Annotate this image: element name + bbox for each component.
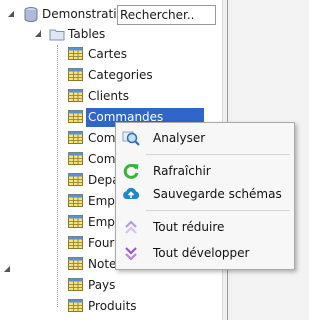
menu-item-tout-developper[interactable]: Tout développer xyxy=(116,241,294,265)
menu-item-tout-reduire[interactable]: Tout réduire xyxy=(116,215,294,239)
refresh-icon xyxy=(123,163,139,179)
menu-label: Tout réduire xyxy=(153,220,225,234)
table-icon xyxy=(68,173,83,186)
database-icon xyxy=(24,7,38,22)
menu-label: Analyser xyxy=(153,131,206,145)
table-icon xyxy=(68,257,83,270)
chevrons-down-icon xyxy=(125,247,137,261)
menu-item-rafraichir[interactable]: Rafraîchir xyxy=(116,159,294,183)
table-icon xyxy=(68,194,83,207)
menu-label: Rafraîchir xyxy=(153,164,211,178)
tree-tables-row[interactable]: ◢ Tables xyxy=(0,25,120,44)
table-icon xyxy=(68,89,83,102)
table-label: Pays xyxy=(88,278,116,292)
menu-separator xyxy=(146,154,290,155)
table-icon xyxy=(68,47,83,60)
table-icon xyxy=(68,215,83,228)
table-label: Clients xyxy=(88,89,129,103)
chevrons-up-icon xyxy=(125,220,137,234)
menu-item-analyser[interactable]: Analyser xyxy=(116,126,294,150)
cloud-upload-icon xyxy=(123,187,140,199)
table-label: Cartes xyxy=(88,47,128,61)
context-menu: Analyser Rafraîchir Sauvegarde schémas T… xyxy=(115,122,295,270)
table-label: Categories xyxy=(88,68,153,82)
table-icon xyxy=(68,131,83,144)
menu-label: Sauvegarde schémas xyxy=(153,187,282,201)
tables-label: Tables xyxy=(68,27,106,41)
folder-icon xyxy=(49,29,65,41)
table-icon xyxy=(68,299,83,312)
table-icon xyxy=(68,110,83,123)
menu-separator xyxy=(146,210,290,211)
menu-label: Tout développer xyxy=(153,246,250,260)
tree-root-row[interactable]: ◢ Demonstration xyxy=(0,5,132,24)
expand-arrow-icon[interactable]: ◢ xyxy=(33,29,43,39)
tree-scroll-arrow-icon[interactable]: ◢ xyxy=(2,264,12,274)
tree-connector xyxy=(57,45,58,307)
table-label: Produits xyxy=(88,299,137,313)
table-icon xyxy=(68,68,83,81)
table-icon xyxy=(68,236,83,249)
expand-arrow-icon[interactable]: ◢ xyxy=(6,9,16,19)
magnifier-icon xyxy=(122,131,140,146)
tree-search-input[interactable]: Rechercher.. xyxy=(117,5,216,25)
menu-item-sauvegarde-schemas[interactable]: Sauvegarde schémas xyxy=(116,182,294,206)
table-icon xyxy=(68,278,83,291)
table-icon xyxy=(68,152,83,165)
